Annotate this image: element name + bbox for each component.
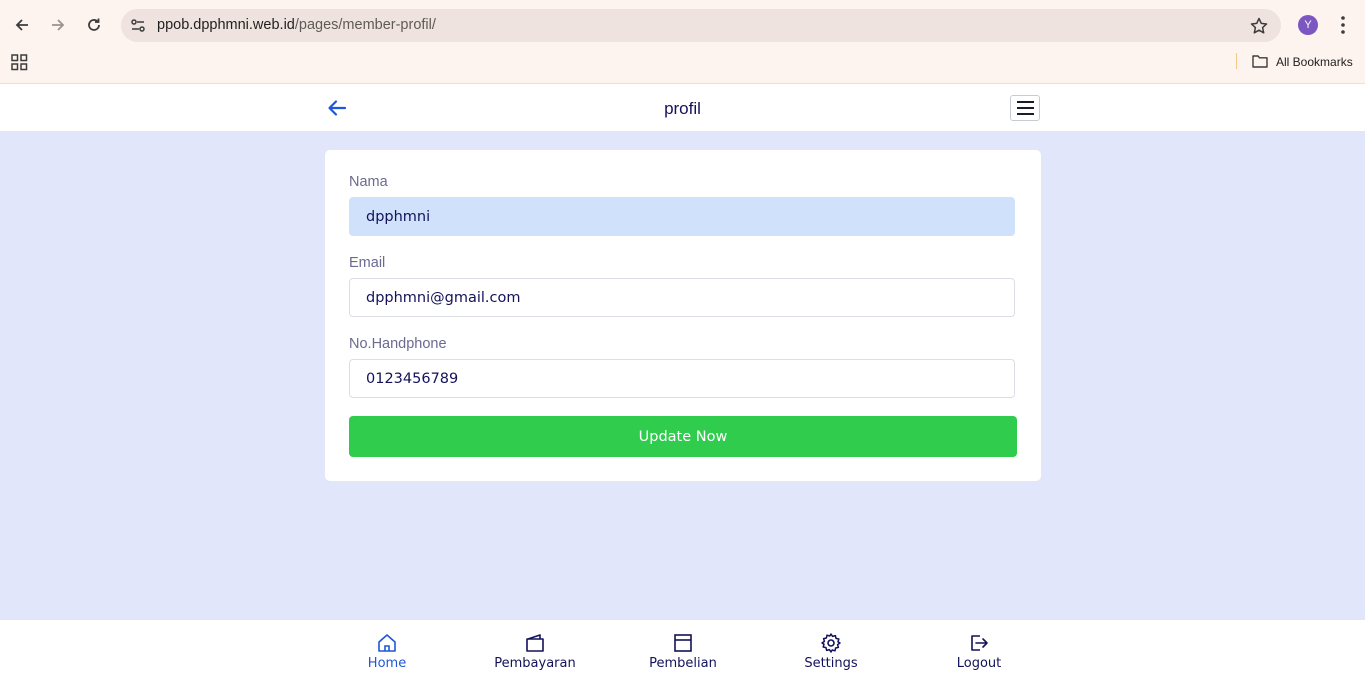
profile-form-card: Nama Email No.Handphone Update Now: [325, 150, 1041, 481]
email-label: Email: [349, 255, 386, 271]
nama-label: Nama: [349, 174, 388, 190]
logout-icon: [971, 635, 988, 651]
handphone-input[interactable]: [349, 359, 1015, 398]
apps-grid-icon[interactable]: [11, 54, 28, 71]
hamburger-menu-button[interactable]: [1010, 95, 1040, 121]
url-host: ppob.dpphmni.web.id: [157, 17, 295, 33]
wallet-icon: [526, 634, 544, 652]
address-bar[interactable]: ppob.dpphmni.web.id/pages/member-profil/: [121, 9, 1281, 42]
nav-settings-label: Settings: [804, 656, 858, 671]
nav-pembayaran[interactable]: Pembayaran: [475, 632, 595, 671]
bookmark-star-icon[interactable]: [1249, 16, 1269, 36]
nav-home[interactable]: Home: [327, 632, 447, 671]
reload-icon: [88, 18, 100, 31]
folder-icon: [1252, 55, 1268, 68]
email-input[interactable]: [349, 278, 1015, 317]
site-settings-icon[interactable]: [129, 17, 147, 35]
all-bookmarks-link[interactable]: All Bookmarks: [1276, 55, 1353, 69]
browser-profile-avatar[interactable]: Y: [1298, 15, 1318, 35]
box-icon: [674, 634, 692, 652]
app-header: profil: [0, 84, 1365, 132]
browser-menu-icon[interactable]: [1335, 14, 1351, 36]
nav-logout[interactable]: Logout: [919, 632, 1039, 671]
nama-input[interactable]: [349, 197, 1015, 236]
nav-settings[interactable]: Settings: [771, 632, 891, 671]
browser-chrome: ppob.dpphmni.web.id/pages/member-profil/…: [0, 0, 1365, 84]
nav-logout-label: Logout: [956, 656, 1002, 671]
bottom-navigation: Home Pembayaran Pembelian Settings Logou…: [0, 620, 1365, 683]
url-path: /pages/member-profil/: [294, 17, 436, 33]
hamburger-line: [1016, 101, 1034, 103]
page-title: profil: [664, 99, 701, 118]
home-icon: [378, 634, 396, 652]
nav-pembayaran-label: Pembayaran: [494, 656, 576, 671]
handphone-label: No.Handphone: [349, 336, 447, 352]
nav-pembelian-label: Pembelian: [649, 656, 717, 671]
nav-home-label: Home: [367, 656, 407, 671]
browser-reload-button[interactable]: [82, 13, 106, 37]
nav-pembelian[interactable]: Pembelian: [623, 632, 743, 671]
browser-back-button[interactable]: [10, 13, 34, 37]
hamburger-line: [1016, 113, 1034, 115]
hamburger-line: [1016, 107, 1034, 109]
arrow-right-icon: [52, 19, 65, 31]
gear-icon: [821, 633, 841, 653]
browser-forward-button[interactable]: [46, 13, 70, 37]
update-now-button[interactable]: Update Now: [349, 416, 1017, 457]
arrow-left-icon: [15, 19, 28, 31]
bookmark-separator: [1236, 53, 1237, 69]
address-url: ppob.dpphmni.web.id/pages/member-profil/: [157, 17, 436, 33]
